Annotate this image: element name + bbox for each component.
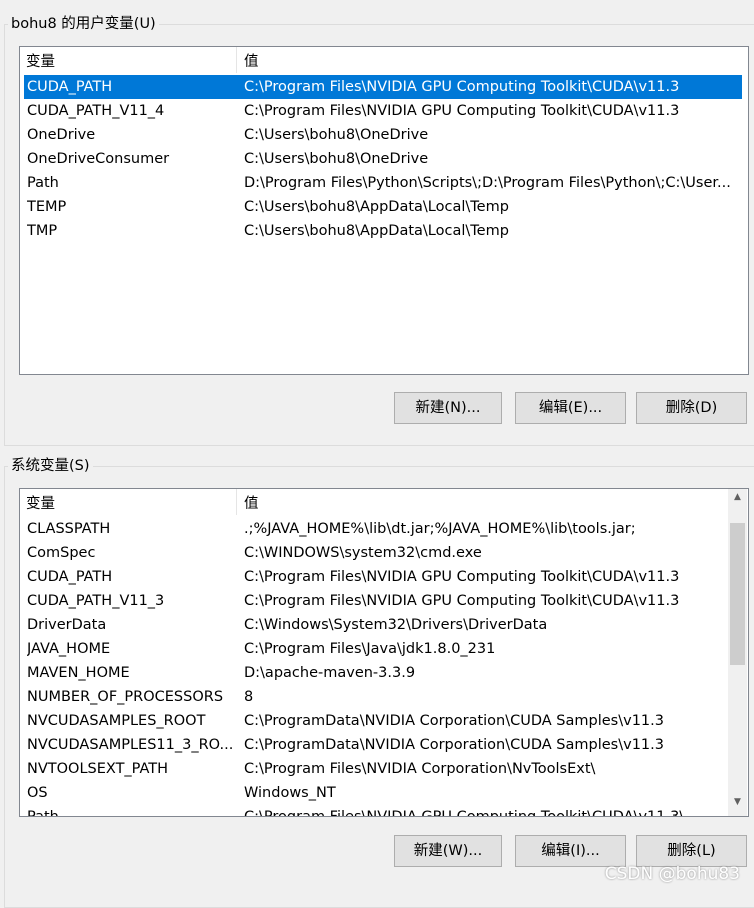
list-item[interactable]: CUDA_PATH_V11_4 C:\Program Files\NVIDIA G… xyxy=(24,99,742,123)
list-item[interactable]: NVCUDASAMPLES_ROOT C:\ProgramData\NVIDIA … xyxy=(24,709,724,733)
variable-value: C:\Users\bohu8\OneDrive xyxy=(244,127,429,143)
list-item[interactable]: Path C:\Program Files\NVIDIA GPU Computin… xyxy=(24,805,724,817)
list-item[interactable]: MAVEN_HOME D:\apache-maven-3.3.9 xyxy=(24,661,724,685)
user-new-button[interactable]: 新建(N)... xyxy=(394,392,502,424)
variable-name: OneDriveConsumer xyxy=(27,151,170,167)
column-divider[interactable] xyxy=(236,47,237,73)
system-variables-list[interactable]: 变量 值 CLASSPATH .;%JAVA_HOME%\lib\dt.jar;%… xyxy=(19,488,749,817)
variable-value: C:\WINDOWS\system32\cmd.exe xyxy=(244,545,482,561)
variable-value: D:\apache-maven-3.3.9 xyxy=(244,665,416,681)
column-header-value[interactable]: 值 xyxy=(244,492,259,513)
scroll-up-arrow-icon[interactable]: ▲ xyxy=(729,492,746,502)
variable-value: C:\ProgramData\NVIDIA Corporation\CUDA S… xyxy=(244,713,664,729)
variable-value: C:\Program Files\NVIDIA GPU Computing To… xyxy=(244,79,680,95)
list-item[interactable]: TMP C:\Users\bohu8\AppData\Local\Temp xyxy=(24,219,742,243)
list-item[interactable]: CUDA_PATH C:\Program Files\NVIDIA GPU Com… xyxy=(24,75,742,99)
user-variables-list[interactable]: 变量 值 CUDA_PATH C:\Program Files\NVIDIA GP… xyxy=(19,46,749,375)
list-item[interactable]: CUDA_PATH C:\Program Files\NVIDIA GPU Com… xyxy=(24,565,724,589)
variable-name: Path xyxy=(27,175,59,191)
variable-value: .;%JAVA_HOME%\lib\dt.jar;%JAVA_HOME%\lib… xyxy=(244,521,636,537)
variable-name: CUDA_PATH_V11_3 xyxy=(27,593,165,609)
vertical-scrollbar[interactable]: ▲ ▼ xyxy=(728,489,747,816)
list-item[interactable]: JAVA_HOME C:\Program Files\Java\jdk1.8.0_… xyxy=(24,637,724,661)
variable-value: C:\Program Files\NVIDIA GPU Computing To… xyxy=(244,103,680,119)
variable-value: C:\Users\bohu8\AppData\Local\Temp xyxy=(244,199,509,215)
system-edit-button[interactable]: 编辑(I)... xyxy=(515,835,626,867)
variable-value: Windows_NT xyxy=(244,785,336,801)
list-item[interactable]: DriverData C:\Windows\System32\Drivers\Dr… xyxy=(24,613,724,637)
variable-value: C:\Program Files\NVIDIA GPU Computing To… xyxy=(244,809,699,817)
variable-name: OneDrive xyxy=(27,127,96,143)
list-item[interactable]: NUMBER_OF_PROCESSORS 8 xyxy=(24,685,724,709)
user-delete-button[interactable]: 删除(D) xyxy=(636,392,747,424)
list-item[interactable]: OneDriveConsumer C:\Users\bohu8\OneDrive xyxy=(24,147,742,171)
variable-name: MAVEN_HOME xyxy=(27,665,130,681)
list-item[interactable]: OS Windows_NT xyxy=(24,781,724,805)
system-delete-button[interactable]: 删除(L) xyxy=(636,835,747,867)
list-item[interactable]: Path D:\Program Files\Python\Scripts\;D:\… xyxy=(24,171,742,195)
system-list-header: 变量 值 xyxy=(20,489,729,515)
variable-name: NVCUDASAMPLES_ROOT xyxy=(27,713,206,729)
variable-value: D:\Program Files\Python\Scripts\;D:\Prog… xyxy=(244,175,731,191)
variable-name: NVCUDASAMPLES11_3_RO... xyxy=(27,737,234,753)
list-item[interactable]: TEMP C:\Users\bohu8\AppData\Local\Temp xyxy=(24,195,742,219)
variable-name: CUDA_PATH_V11_4 xyxy=(27,103,165,119)
variable-name: CLASSPATH xyxy=(27,521,111,537)
list-item[interactable]: NVTOOLSEXT_PATH C:\Program Files\NVIDIA C… xyxy=(24,757,724,781)
system-new-button[interactable]: 新建(W)... xyxy=(394,835,502,867)
variable-name: CUDA_PATH xyxy=(27,569,113,585)
list-item[interactable]: NVCUDASAMPLES11_3_RO... C:\ProgramData\NV… xyxy=(24,733,724,757)
variable-value: C:\Program Files\NVIDIA Corporation\NvTo… xyxy=(244,761,596,777)
variable-name: JAVA_HOME xyxy=(27,641,111,657)
variable-value: C:\Program Files\Java\jdk1.8.0_231 xyxy=(244,641,496,657)
scrollbar-thumb[interactable] xyxy=(730,523,745,665)
variable-name: TEMP xyxy=(27,199,67,215)
variable-name: NVTOOLSEXT_PATH xyxy=(27,761,169,777)
variable-value: C:\Users\bohu8\AppData\Local\Temp xyxy=(244,223,509,239)
variable-name: TMP xyxy=(27,223,58,239)
user-variables-title: bohu8 的用户变量(U) xyxy=(8,14,159,34)
watermark: CSDN @bohu83 xyxy=(604,864,740,884)
variable-name: OS xyxy=(27,785,48,801)
column-header-variable[interactable]: 变量 xyxy=(26,50,55,71)
variable-value: C:\Users\bohu8\OneDrive xyxy=(244,151,429,167)
list-item[interactable]: CLASSPATH .;%JAVA_HOME%\lib\dt.jar;%JAVA_… xyxy=(24,517,724,541)
column-divider[interactable] xyxy=(236,489,237,515)
variable-value: C:\Windows\System32\Drivers\DriverData xyxy=(244,617,548,633)
column-header-variable[interactable]: 变量 xyxy=(26,492,55,513)
variable-value: C:\Program Files\NVIDIA GPU Computing To… xyxy=(244,569,680,585)
user-list-header: 变量 值 xyxy=(20,47,748,73)
variable-name: ComSpec xyxy=(27,545,96,561)
variable-name: NUMBER_OF_PROCESSORS xyxy=(27,689,224,705)
variable-name: Path xyxy=(27,809,59,817)
system-variables-title: 系统变量(S) xyxy=(8,456,93,476)
user-edit-button[interactable]: 编辑(E)... xyxy=(515,392,626,424)
variable-name: CUDA_PATH xyxy=(27,79,113,95)
scroll-down-arrow-icon[interactable]: ▼ xyxy=(729,797,746,807)
variable-value: C:\ProgramData\NVIDIA Corporation\CUDA S… xyxy=(244,737,664,753)
list-item[interactable]: ComSpec C:\WINDOWS\system32\cmd.exe xyxy=(24,541,724,565)
column-header-value[interactable]: 值 xyxy=(244,50,259,71)
variable-value: 8 xyxy=(244,689,254,705)
list-item[interactable]: CUDA_PATH_V11_3 C:\Program Files\NVIDIA G… xyxy=(24,589,724,613)
list-item[interactable]: OneDrive C:\Users\bohu8\OneDrive xyxy=(24,123,742,147)
variable-name: DriverData xyxy=(27,617,107,633)
variable-value: C:\Program Files\NVIDIA GPU Computing To… xyxy=(244,593,680,609)
